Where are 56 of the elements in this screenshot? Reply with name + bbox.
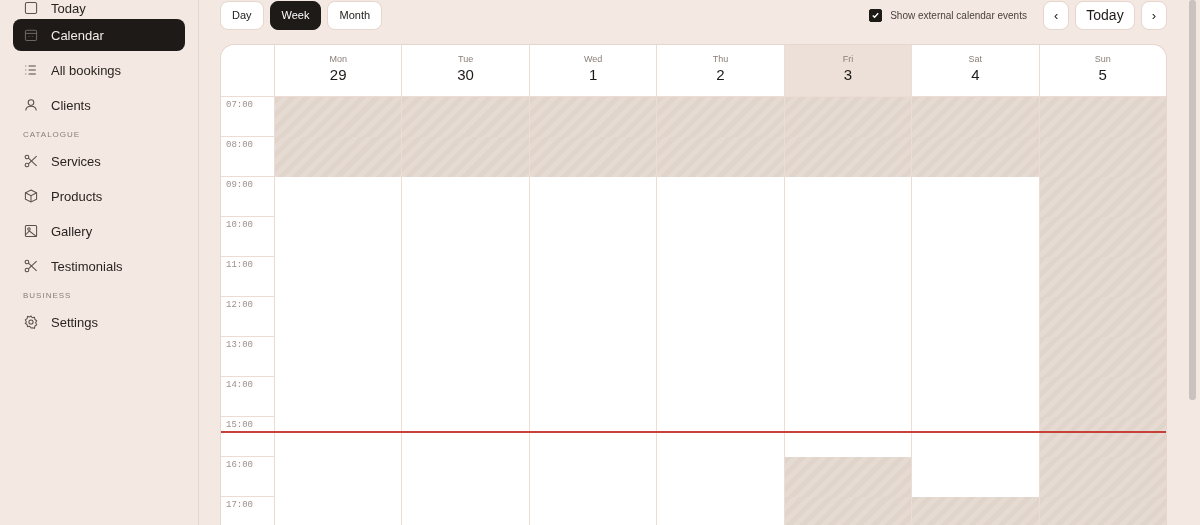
time-label: 12:00 bbox=[226, 300, 253, 310]
date-label: 3 bbox=[843, 66, 853, 83]
time-label: 08:00 bbox=[226, 140, 253, 150]
sidebar-item[interactable]: Settings bbox=[13, 306, 185, 338]
sidebar-item[interactable]: All bookings bbox=[13, 54, 185, 86]
sidebar-item[interactable]: Services bbox=[13, 145, 185, 177]
time-label: 13:00 bbox=[226, 340, 253, 350]
weekday-label: Fri bbox=[842, 54, 854, 64]
date-label: 2 bbox=[716, 66, 725, 83]
box-icon bbox=[23, 188, 39, 204]
weekday-label: Sat bbox=[968, 54, 983, 64]
time-label: 10:00 bbox=[226, 220, 253, 230]
scissors-icon bbox=[23, 153, 39, 169]
sidebar-item[interactable]: Calendar bbox=[13, 19, 185, 51]
previous-button[interactable]: ‹ bbox=[1042, 0, 1070, 30]
weekday-label: Mon bbox=[329, 54, 347, 64]
sidebar-item[interactable]: Gallery bbox=[13, 215, 185, 247]
section-heading: BUSINESS bbox=[22, 290, 73, 302]
calendar-icon bbox=[23, 27, 39, 43]
view-tab[interactable]: Month bbox=[327, 0, 383, 30]
time-label: 17:00 bbox=[226, 500, 253, 510]
time-label: 15:00 bbox=[226, 420, 253, 430]
sidebar-item[interactable]: Products bbox=[13, 180, 185, 212]
check-icon bbox=[871, 10, 881, 20]
checkbox[interactable] bbox=[869, 8, 883, 22]
today-button[interactable]: Today bbox=[1075, 0, 1135, 30]
settings-icon bbox=[23, 314, 39, 330]
weekday-label: Sun bbox=[1094, 54, 1111, 64]
sidebar-item[interactable]: Today bbox=[13, 0, 185, 16]
weekday-label: Thu bbox=[712, 54, 729, 64]
time-label: 16:00 bbox=[226, 460, 253, 470]
scissors-icon bbox=[23, 258, 39, 274]
section-heading: CATALOGUE bbox=[22, 129, 82, 141]
view-tab[interactable]: Day bbox=[220, 0, 264, 30]
scrollbar[interactable] bbox=[1189, 0, 1196, 400]
date-label: 30 bbox=[457, 66, 474, 83]
person-icon bbox=[23, 97, 39, 113]
time-label: 07:00 bbox=[226, 100, 253, 110]
view-tab[interactable]: Week bbox=[269, 0, 322, 30]
checkbox-label: Show external calendar events bbox=[890, 9, 1027, 21]
sidebar-item[interactable]: Clients bbox=[13, 89, 185, 121]
day-header[interactable]: Fri 3 bbox=[784, 45, 912, 97]
time-label: 14:00 bbox=[226, 380, 253, 390]
time-label: 11:00 bbox=[226, 260, 253, 270]
weekday-label: Wed bbox=[583, 54, 603, 64]
date-label: 1 bbox=[588, 66, 598, 83]
date-label: 4 bbox=[971, 66, 980, 83]
date-label: 5 bbox=[1098, 66, 1107, 83]
weekday-label: Tue bbox=[458, 54, 474, 64]
sidebar-item[interactable]: Testimonials bbox=[13, 250, 185, 282]
list-icon bbox=[23, 62, 39, 78]
next-button[interactable]: › bbox=[1140, 0, 1167, 30]
square-icon bbox=[23, 0, 39, 16]
time-label: 09:00 bbox=[226, 180, 253, 190]
date-label: 29 bbox=[329, 66, 347, 83]
image-icon bbox=[23, 223, 39, 239]
